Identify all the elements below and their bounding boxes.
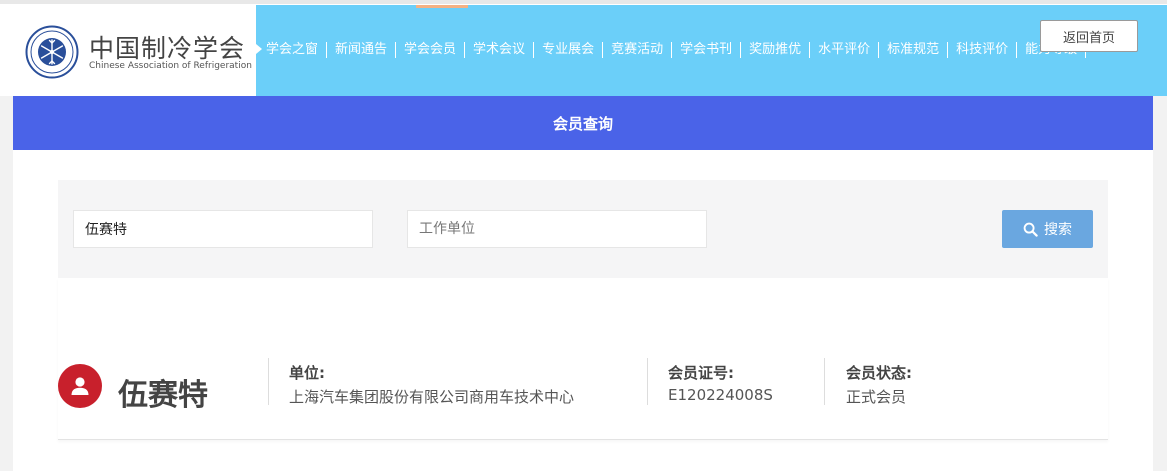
member-status-label: 会员状态: <box>846 364 912 382</box>
nav-item-news[interactable]: 新闻通告 <box>327 42 397 58</box>
nav-item-members[interactable]: 学会会员 <box>396 42 466 58</box>
unit-value: 上海汽车集团股份有限公司商用车技术中心 <box>289 388 575 406</box>
return-home-button[interactable]: 返回首页 <box>1040 20 1138 52</box>
nav-item-awards[interactable]: 奖励推优 <box>741 42 811 58</box>
unit-label: 单位: <box>289 364 325 382</box>
cert-number-value: E120224008S <box>668 386 773 404</box>
search-button[interactable]: 搜索 <box>1002 210 1093 248</box>
avatar <box>58 364 102 408</box>
member-status-value: 正式会员 <box>846 388 907 406</box>
member-name: 伍赛特 <box>118 378 208 413</box>
nav-item-standards[interactable]: 标准规范 <box>879 42 949 58</box>
search-icon <box>1023 222 1038 237</box>
search-button-label: 搜索 <box>1044 222 1072 238</box>
user-icon <box>71 377 89 395</box>
nav-active-indicator <box>416 5 468 8</box>
search-panel: 搜索 <box>58 180 1108 278</box>
divider <box>268 358 269 405</box>
page-title-bar: 会员查询 <box>13 96 1153 150</box>
nav-item-tech-evaluation[interactable]: 科技评价 <box>948 42 1018 58</box>
nav-item-assessment[interactable]: 水平评价 <box>810 42 880 58</box>
cert-number-label: 会员证号: <box>668 364 734 382</box>
header-top-line <box>0 0 1167 4</box>
name-search-input[interactable] <box>73 210 373 248</box>
main-nav: 学会之窗 新闻通告 学会会员 学术会议 专业展会 竞赛活动 学会书刊 奖励推优 … <box>256 5 1167 96</box>
logo[interactable]: 中国制冷学会 Chinese Association of Refrigerat… <box>13 5 256 96</box>
page-title: 会员查询 <box>552 114 613 133</box>
unit-search-input[interactable] <box>407 210 707 248</box>
divider <box>824 358 825 405</box>
nav-item-conferences[interactable]: 学术会议 <box>465 42 535 58</box>
nav-item-window[interactable]: 学会之窗 <box>266 42 328 58</box>
divider <box>647 358 648 405</box>
logo-name-cn: 中国制冷学会 <box>89 34 246 63</box>
snowflake-emblem-icon <box>25 25 79 79</box>
member-result-card: 伍赛特 单位: 上海汽车集团股份有限公司商用车技术中心 会员证号: E12022… <box>58 278 1108 440</box>
main-content: 搜索 伍赛特 单位: 上海汽车集团股份有限公司商用车技术中心 会员证号: E12… <box>13 150 1153 471</box>
site-header: 中国制冷学会 Chinese Association of Refrigerat… <box>0 0 1167 96</box>
nav-item-publications[interactable]: 学会书刊 <box>672 42 742 58</box>
caret-right-icon <box>256 44 262 54</box>
nav-list: 学会之窗 新闻通告 学会会员 学术会议 专业展会 竞赛活动 学会书刊 奖励推优 … <box>266 42 1087 58</box>
nav-item-exhibitions[interactable]: 专业展会 <box>534 42 604 58</box>
logo-name-en: Chinese Association of Refrigeration <box>89 61 252 71</box>
nav-item-competitions[interactable]: 竞赛活动 <box>603 42 673 58</box>
